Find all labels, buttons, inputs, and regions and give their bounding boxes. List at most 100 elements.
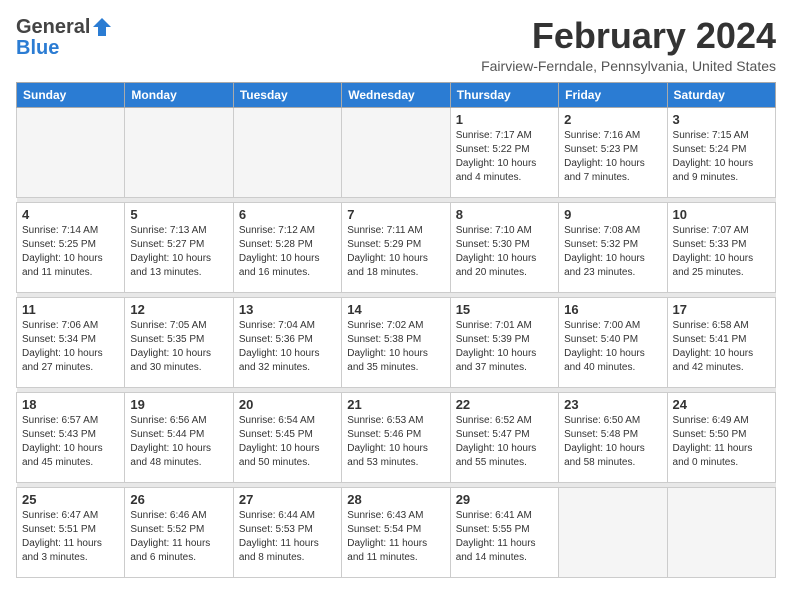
day-number: 14: [347, 302, 444, 317]
weekday-header-saturday: Saturday: [667, 82, 775, 107]
calendar-cell: [342, 107, 450, 197]
month-title: February 2024: [481, 16, 776, 56]
logo-icon: [91, 16, 113, 38]
day-number: 18: [22, 397, 119, 412]
calendar-week-row: 25 Sunrise: 6:47 AM Sunset: 5:51 PM Dayli…: [17, 487, 776, 577]
day-number: 21: [347, 397, 444, 412]
calendar-week-row: 18 Sunrise: 6:57 AM Sunset: 5:43 PM Dayli…: [17, 392, 776, 482]
calendar-cell: 20 Sunrise: 6:54 AM Sunset: 5:45 PM Dayli…: [233, 392, 341, 482]
weekday-header-friday: Friday: [559, 82, 667, 107]
cell-info: Sunrise: 7:17 AM Sunset: 5:22 PM Dayligh…: [456, 129, 553, 185]
calendar-cell: 8 Sunrise: 7:10 AM Sunset: 5:30 PM Daylig…: [450, 202, 558, 292]
calendar-cell: 16 Sunrise: 7:00 AM Sunset: 5:40 PM Dayli…: [559, 297, 667, 387]
day-number: 12: [130, 302, 227, 317]
day-number: 5: [130, 207, 227, 222]
day-number: 28: [347, 492, 444, 507]
day-number: 26: [130, 492, 227, 507]
day-number: 25: [22, 492, 119, 507]
calendar-cell: 23 Sunrise: 6:50 AM Sunset: 5:48 PM Dayli…: [559, 392, 667, 482]
cell-info: Sunrise: 6:44 AM Sunset: 5:53 PM Dayligh…: [239, 509, 336, 565]
cell-info: Sunrise: 7:07 AM Sunset: 5:33 PM Dayligh…: [673, 224, 770, 280]
calendar-cell: 24 Sunrise: 6:49 AM Sunset: 5:50 PM Dayli…: [667, 392, 775, 482]
cell-info: Sunrise: 6:43 AM Sunset: 5:54 PM Dayligh…: [347, 509, 444, 565]
calendar-cell: 4Sunrise: 7:14 AM Sunset: 5:25 PM Daylig…: [17, 202, 125, 292]
cell-info: Sunrise: 6:56 AM Sunset: 5:44 PM Dayligh…: [130, 414, 227, 470]
calendar-cell: 28 Sunrise: 6:43 AM Sunset: 5:54 PM Dayli…: [342, 487, 450, 577]
weekday-header-monday: Monday: [125, 82, 233, 107]
day-number: 29: [456, 492, 553, 507]
calendar-cell: 6 Sunrise: 7:12 AM Sunset: 5:28 PM Daylig…: [233, 202, 341, 292]
day-number: 10: [673, 207, 770, 222]
calendar-cell: 12 Sunrise: 7:05 AM Sunset: 5:35 PM Dayli…: [125, 297, 233, 387]
day-number: 20: [239, 397, 336, 412]
calendar-cell: 27 Sunrise: 6:44 AM Sunset: 5:53 PM Dayli…: [233, 487, 341, 577]
cell-info: Sunrise: 6:54 AM Sunset: 5:45 PM Dayligh…: [239, 414, 336, 470]
day-number: 19: [130, 397, 227, 412]
day-number: 23: [564, 397, 661, 412]
weekday-header-row: SundayMondayTuesdayWednesdayThursdayFrid…: [17, 82, 776, 107]
calendar-cell: 21Sunrise: 6:53 AM Sunset: 5:46 PM Dayli…: [342, 392, 450, 482]
cell-info: Sunrise: 7:10 AM Sunset: 5:30 PM Dayligh…: [456, 224, 553, 280]
cell-info: Sunrise: 6:47 AM Sunset: 5:51 PM Dayligh…: [22, 509, 119, 565]
calendar-cell: 9 Sunrise: 7:08 AM Sunset: 5:32 PM Daylig…: [559, 202, 667, 292]
day-number: 8: [456, 207, 553, 222]
day-number: 16: [564, 302, 661, 317]
calendar-cell: 7 Sunrise: 7:11 AM Sunset: 5:29 PM Daylig…: [342, 202, 450, 292]
cell-info: Sunrise: 7:16 AM Sunset: 5:23 PM Dayligh…: [564, 129, 661, 185]
day-number: 9: [564, 207, 661, 222]
calendar-table: SundayMondayTuesdayWednesdayThursdayFrid…: [16, 82, 776, 578]
day-number: 4: [22, 207, 119, 222]
calendar-cell: 26Sunrise: 6:46 AM Sunset: 5:52 PM Dayli…: [125, 487, 233, 577]
calendar-cell: 25 Sunrise: 6:47 AM Sunset: 5:51 PM Dayli…: [17, 487, 125, 577]
cell-info: Sunrise: 7:02 AM Sunset: 5:38 PM Dayligh…: [347, 319, 444, 375]
cell-info: Sunrise: 6:57 AM Sunset: 5:43 PM Dayligh…: [22, 414, 119, 470]
calendar-cell: 10 Sunrise: 7:07 AM Sunset: 5:33 PM Dayli…: [667, 202, 775, 292]
day-number: 7: [347, 207, 444, 222]
calendar-cell: 11 Sunrise: 7:06 AM Sunset: 5:34 PM Dayli…: [17, 297, 125, 387]
calendar-cell: 1 Sunrise: 7:17 AM Sunset: 5:22 PM Daylig…: [450, 107, 558, 197]
day-number: 3: [673, 112, 770, 127]
calendar-cell: 18 Sunrise: 6:57 AM Sunset: 5:43 PM Dayli…: [17, 392, 125, 482]
day-number: 11: [22, 302, 119, 317]
logo-general: General: [16, 16, 90, 39]
calendar-cell: [125, 107, 233, 197]
day-number: 2: [564, 112, 661, 127]
day-number: 17: [673, 302, 770, 317]
cell-info: Sunrise: 7:08 AM Sunset: 5:32 PM Dayligh…: [564, 224, 661, 280]
calendar-cell: 19 Sunrise: 6:56 AM Sunset: 5:44 PM Dayli…: [125, 392, 233, 482]
weekday-header-sunday: Sunday: [17, 82, 125, 107]
cell-info: Sunrise: 7:11 AM Sunset: 5:29 PM Dayligh…: [347, 224, 444, 280]
calendar-cell: 13Sunrise: 7:04 AM Sunset: 5:36 PM Dayli…: [233, 297, 341, 387]
calendar-cell: 29 Sunrise: 6:41 AM Sunset: 5:55 PM Dayli…: [450, 487, 558, 577]
calendar-cell: [559, 487, 667, 577]
weekday-header-tuesday: Tuesday: [233, 82, 341, 107]
cell-info: Sunrise: 7:01 AM Sunset: 5:39 PM Dayligh…: [456, 319, 553, 375]
cell-info: Sunrise: 6:50 AM Sunset: 5:48 PM Dayligh…: [564, 414, 661, 470]
weekday-header-thursday: Thursday: [450, 82, 558, 107]
calendar-cell: [667, 487, 775, 577]
calendar-cell: 14 Sunrise: 7:02 AM Sunset: 5:38 PM Dayli…: [342, 297, 450, 387]
calendar-cell: 15 Sunrise: 7:01 AM Sunset: 5:39 PM Dayli…: [450, 297, 558, 387]
day-number: 24: [673, 397, 770, 412]
cell-info: Sunrise: 7:04 AM Sunset: 5:36 PM Dayligh…: [239, 319, 336, 375]
cell-info: Sunrise: 6:52 AM Sunset: 5:47 PM Dayligh…: [456, 414, 553, 470]
title-area: February 2024 Fairview-Ferndale, Pennsyl…: [481, 16, 776, 74]
day-number: 27: [239, 492, 336, 507]
day-number: 15: [456, 302, 553, 317]
calendar-cell: 22 Sunrise: 6:52 AM Sunset: 5:47 PM Dayli…: [450, 392, 558, 482]
day-number: 22: [456, 397, 553, 412]
cell-info: Sunrise: 7:00 AM Sunset: 5:40 PM Dayligh…: [564, 319, 661, 375]
cell-info: Sunrise: 7:13 AM Sunset: 5:27 PM Dayligh…: [130, 224, 227, 280]
cell-info: Sunrise: 6:49 AM Sunset: 5:50 PM Dayligh…: [673, 414, 770, 470]
day-number: 6: [239, 207, 336, 222]
header: General Blue February 2024 Fairview-Fern…: [16, 16, 776, 74]
calendar-cell: [17, 107, 125, 197]
calendar-week-row: 1 Sunrise: 7:17 AM Sunset: 5:22 PM Daylig…: [17, 107, 776, 197]
cell-info: Sunrise: 6:58 AM Sunset: 5:41 PM Dayligh…: [673, 319, 770, 375]
weekday-header-wednesday: Wednesday: [342, 82, 450, 107]
day-number: 1: [456, 112, 553, 127]
cell-info: Sunrise: 7:05 AM Sunset: 5:35 PM Dayligh…: [130, 319, 227, 375]
cell-info: Sunrise: 6:41 AM Sunset: 5:55 PM Dayligh…: [456, 509, 553, 565]
cell-info: Sunrise: 7:06 AM Sunset: 5:34 PM Dayligh…: [22, 319, 119, 375]
cell-info: Sunrise: 7:12 AM Sunset: 5:28 PM Dayligh…: [239, 224, 336, 280]
